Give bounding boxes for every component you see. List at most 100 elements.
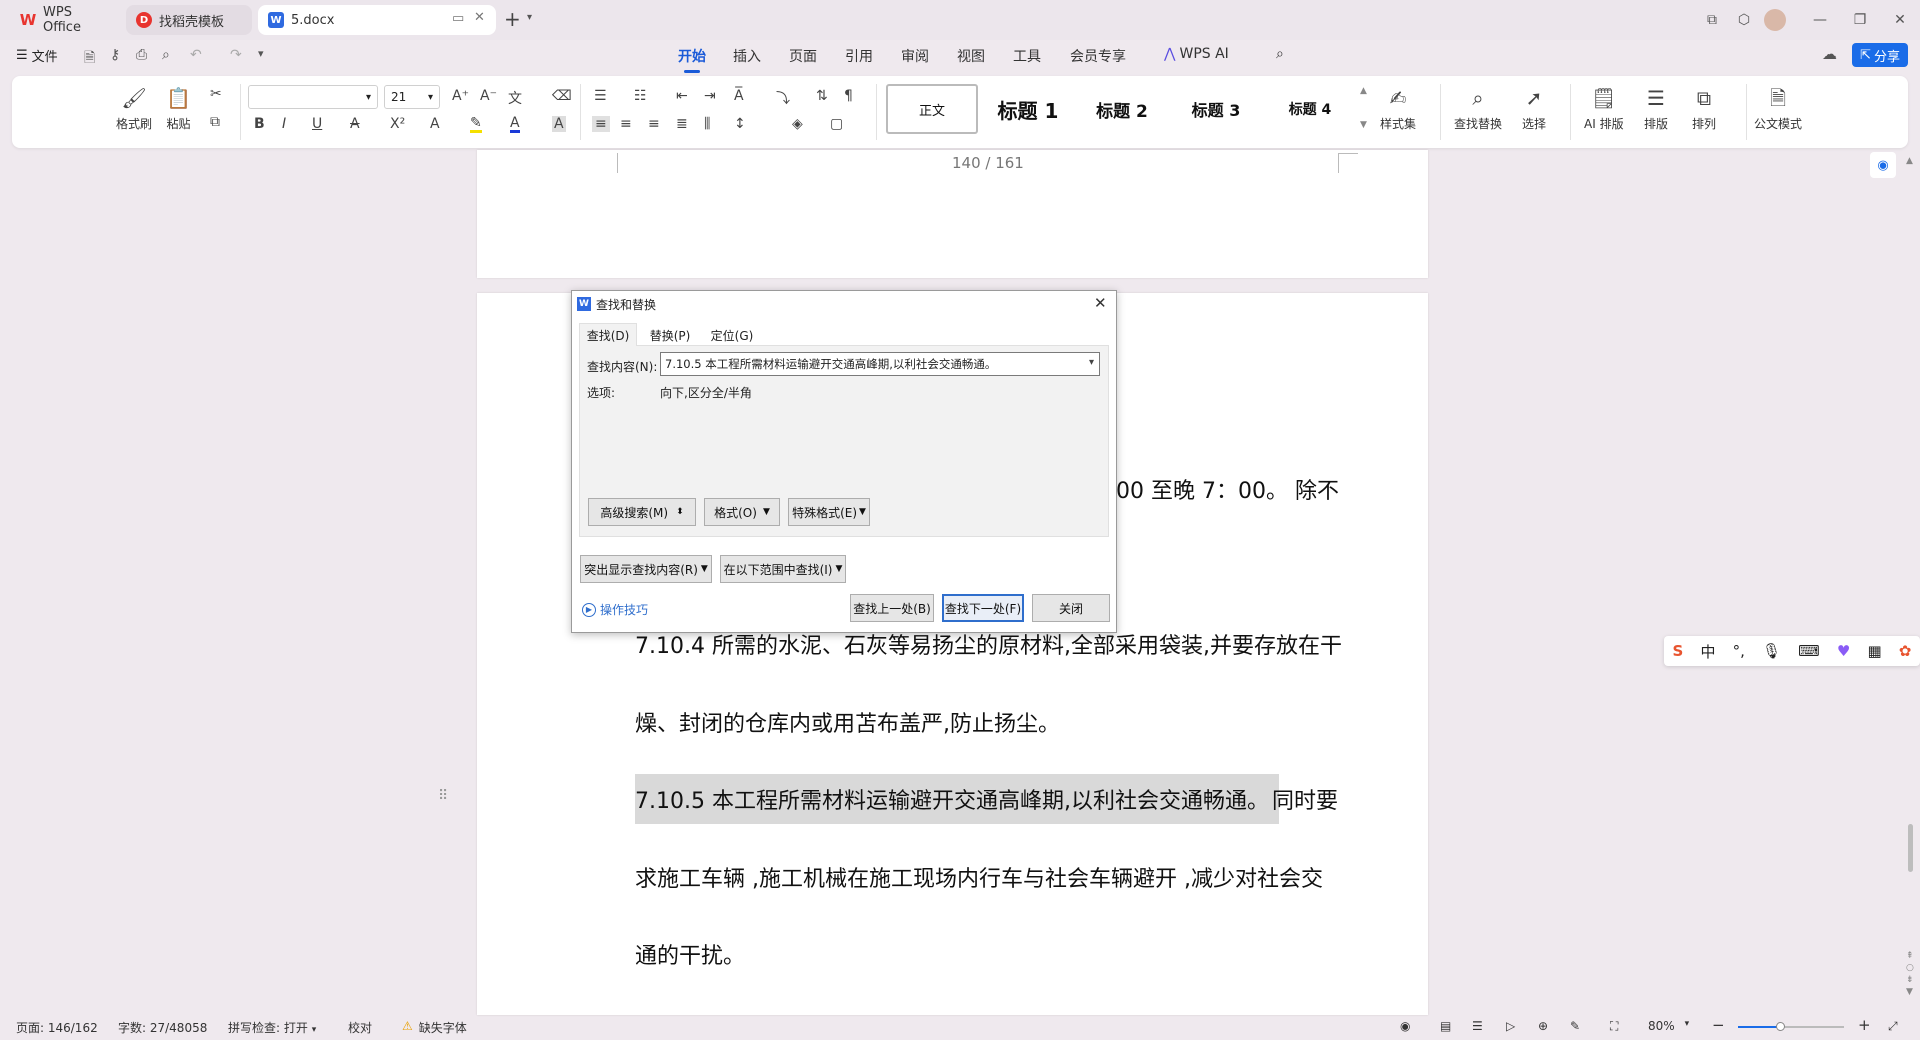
distribute-icon[interactable]: ⫼ — [704, 116, 710, 132]
menu-view[interactable]: 视图 — [957, 46, 985, 66]
menu-member[interactable]: 会员专享 — [1070, 46, 1126, 66]
find-in-range-button[interactable]: 在以下范围中查找(I) ▼ — [720, 555, 846, 583]
microphone-icon[interactable]: 🎙 — [1762, 642, 1781, 660]
zoom-out-icon[interactable]: − — [1712, 1016, 1725, 1034]
scroll-down-icon[interactable]: ▼ — [1360, 120, 1367, 130]
chinese-layout-icon[interactable]: A̅ — [734, 88, 744, 104]
status-missing-font[interactable]: ⚠ 缺失字体 — [402, 1019, 467, 1036]
bold-icon[interactable]: B — [254, 116, 265, 132]
outline-view-icon[interactable]: ☰ — [1472, 1019, 1483, 1033]
scroll-up-icon[interactable]: ▲ — [1360, 86, 1367, 96]
find-next-button[interactable]: 查找下一处(F) — [942, 594, 1024, 622]
font-color-icon[interactable]: A — [510, 116, 520, 133]
clear-format-icon[interactable]: ⌫ — [552, 88, 572, 104]
ime-language[interactable]: 中 — [1700, 641, 1715, 662]
char-shading-icon[interactable]: A — [552, 116, 566, 132]
more-chevron-icon[interactable]: ▾ — [258, 47, 264, 60]
key-icon[interactable]: ⚷ — [110, 47, 120, 63]
align-left-icon[interactable]: ≡ — [592, 116, 610, 132]
ai-layout-button[interactable]: 🗒 AI 排版 — [1584, 85, 1624, 132]
grow-font-icon[interactable]: A⁺ — [452, 88, 469, 104]
sort-icon[interactable]: ⇅ — [816, 88, 828, 104]
cloud-upload-icon[interactable]: ☁ — [1822, 45, 1837, 63]
font-size-select[interactable]: 21 ▾ — [384, 85, 440, 109]
cut-icon[interactable]: ✂ — [210, 86, 222, 102]
align-right-icon[interactable]: ≡ — [648, 116, 660, 132]
italic-icon[interactable]: I — [282, 116, 286, 132]
zoom-slider[interactable] — [1738, 1022, 1844, 1031]
shrink-font-icon[interactable]: A⁻ — [480, 88, 497, 104]
close-button[interactable]: 关闭 — [1032, 594, 1110, 622]
restore-icon[interactable]: ❐ — [1848, 8, 1872, 32]
strikethrough-icon[interactable]: A — [350, 116, 360, 132]
mascot-icon[interactable]: ✿ — [1899, 642, 1912, 660]
find-content-input[interactable]: 7.10.5 本工程所需材料运输避开交通高峰期,以利社会交通畅通。 ▾ — [660, 352, 1100, 376]
status-spell-check[interactable]: 拼写检查: 打开 ▾ — [228, 1019, 316, 1036]
highlight-find-button[interactable]: 突出显示查找内容(R) ▼ — [580, 555, 712, 583]
chevron-down-icon[interactable]: ▾ — [1089, 357, 1094, 368]
text-direction-icon[interactable]: ⤵ — [776, 88, 790, 108]
layout-icon[interactable]: ⧉ — [1700, 8, 1724, 32]
redo-icon[interactable]: ↷ — [230, 47, 242, 63]
tab-replace[interactable]: 替换(P) — [642, 324, 698, 346]
copy-icon[interactable]: ⧉ — [210, 114, 220, 130]
status-proofread[interactable]: 校对 — [348, 1019, 372, 1036]
vertical-scrollbar-thumb[interactable] — [1908, 824, 1913, 872]
superscript-icon[interactable]: X² — [390, 116, 405, 132]
border-icon[interactable]: ▢ — [830, 116, 843, 132]
page-view-icon[interactable]: ▤ — [1440, 1019, 1451, 1033]
tab-5-docx[interactable]: W 5.docx ▭ ✕ — [258, 5, 496, 35]
menu-review[interactable]: 审阅 — [901, 46, 929, 66]
fit-page-icon[interactable]: ⛶ — [1610, 1019, 1618, 1034]
eye-protection-icon[interactable]: ◉ — [1400, 1019, 1410, 1033]
menu-tools[interactable]: 工具 — [1013, 46, 1041, 66]
avatar[interactable] — [1764, 9, 1786, 31]
justify-icon[interactable]: ≣ — [676, 116, 688, 132]
tab-docer[interactable]: D 找稻壳模板 — [126, 5, 252, 35]
find-previous-button[interactable]: 查找上一处(B) — [850, 594, 934, 622]
page-nav-icons[interactable]: ⇞ ○ ⇟ ▼ — [1906, 950, 1914, 998]
advanced-search-button[interactable]: 高级搜索(M) ⬍ — [588, 498, 696, 526]
tab-wps-office[interactable]: W WPS Office — [10, 5, 118, 35]
close-tab-icon[interactable]: ✕ — [474, 10, 485, 25]
align-center-icon[interactable]: ≡ — [620, 116, 632, 132]
undo-icon[interactable]: ↶ — [190, 47, 202, 63]
status-page[interactable]: 页面: 146/162 — [16, 1019, 98, 1036]
sogou-logo-icon[interactable]: S — [1673, 642, 1684, 660]
format-painter-button[interactable]: 🖌 格式刷 — [116, 85, 152, 132]
phonetic-icon[interactable]: 文 — [508, 88, 522, 108]
text-effect-icon[interactable]: A — [430, 116, 440, 132]
shading-icon[interactable]: ◈ — [792, 116, 803, 132]
style-heading-2[interactable]: 标题 2 — [1076, 84, 1168, 134]
highlight-icon[interactable]: ✎ — [470, 116, 482, 133]
scroll-up-icon[interactable]: ▲ — [1906, 156, 1913, 166]
decrease-indent-icon[interactable]: ⇤ — [676, 88, 688, 104]
print-preview-icon[interactable]: ⌕ — [162, 47, 170, 63]
pen-icon[interactable]: ✎ — [1570, 1019, 1580, 1033]
tab-find[interactable]: 查找(D) — [579, 323, 637, 346]
menu-wps-ai[interactable]: ⋀ WPS AI — [1164, 46, 1229, 62]
minimize-icon[interactable]: — — [1808, 8, 1832, 32]
zoom-in-icon[interactable]: + — [1858, 1016, 1871, 1034]
line-spacing-icon[interactable]: ↕ — [734, 116, 746, 132]
close-icon[interactable]: ✕ — [1094, 294, 1107, 312]
style-heading-1[interactable]: 标题 1 — [982, 84, 1074, 134]
zoom-level[interactable]: 80% ▾ — [1648, 1019, 1689, 1033]
save-icon[interactable]: 🗎 — [84, 47, 95, 71]
paste-button[interactable]: 📋 粘贴 — [166, 85, 191, 132]
grid-menu-icon[interactable]: ▦ — [1867, 642, 1881, 660]
window-mode-icon[interactable]: ▭ — [452, 11, 464, 26]
chevron-down-icon[interactable]: ▾ — [527, 12, 532, 23]
select-button[interactable]: ➚ 选择 — [1522, 85, 1546, 132]
special-format-button[interactable]: 特殊格式(E) ▼ — [788, 498, 870, 526]
layout-button[interactable]: ☰ 排版 — [1644, 85, 1668, 132]
drag-handle-icon[interactable]: ⠿ — [438, 788, 448, 804]
menu-home[interactable]: 开始 — [678, 46, 706, 73]
tips-link[interactable]: ▶ 操作技巧 — [582, 601, 648, 618]
numbered-list-icon[interactable]: ☷ — [634, 88, 647, 104]
status-word-count[interactable]: 字数: 27/48058 — [118, 1019, 207, 1036]
menu-references[interactable]: 引用 — [845, 46, 873, 66]
style-heading-4[interactable]: 标题 4 — [1264, 84, 1356, 134]
share-button[interactable]: ⇱ 分享 — [1852, 43, 1908, 67]
search-icon[interactable]: ⌕ — [1276, 46, 1284, 62]
